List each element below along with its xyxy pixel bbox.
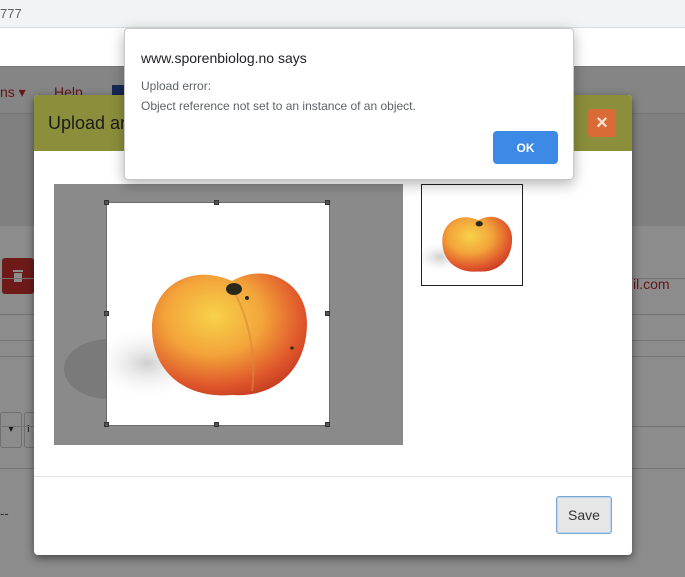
crop-handle-nw[interactable] — [104, 200, 109, 205]
browser-alert-dialog: www.sporenbiolog.no says Upload error: O… — [124, 28, 574, 180]
apple-image — [107, 273, 307, 401]
crop-handle-se[interactable] — [325, 422, 330, 427]
crop-handle-sw[interactable] — [104, 422, 109, 427]
crop-selection[interactable] — [106, 202, 330, 426]
ok-button[interactable]: OK — [493, 131, 558, 164]
alert-message-body: Object reference not set to an instance … — [141, 99, 416, 113]
save-button[interactable]: Save — [556, 496, 612, 534]
crop-preview — [421, 184, 523, 286]
address-bar-fragment[interactable]: 777 — [0, 6, 22, 21]
modal-title: Upload an — [48, 113, 131, 133]
crop-handle-n[interactable] — [214, 200, 219, 205]
close-button[interactable]: × — [588, 109, 616, 137]
alert-origin: www.sporenbiolog.no says — [141, 50, 307, 66]
alert-message-title: Upload error: — [141, 79, 212, 93]
crop-handle-w[interactable] — [104, 311, 109, 316]
apple-preview-image — [422, 216, 513, 275]
modal-footer-divider — [34, 476, 632, 477]
crop-handle-e[interactable] — [325, 311, 330, 316]
close-icon: × — [596, 112, 608, 134]
browser-toolbar: 777 — [0, 0, 685, 28]
image-crop-area[interactable] — [54, 184, 403, 445]
crop-handle-ne[interactable] — [325, 200, 330, 205]
crop-handle-s[interactable] — [214, 422, 219, 427]
